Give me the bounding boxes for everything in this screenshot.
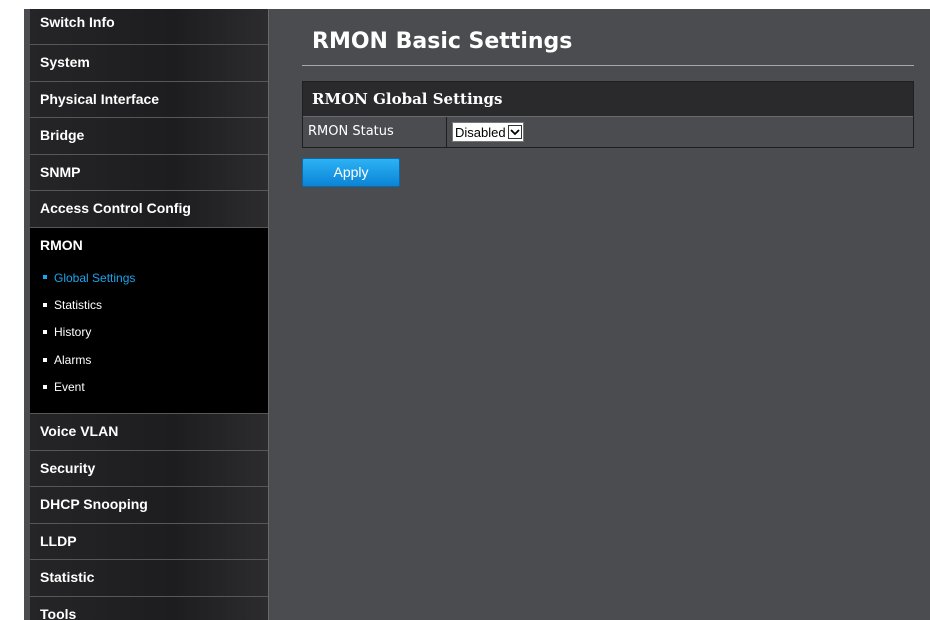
main-content: RMON Basic Settings RMON Global Settings…: [302, 9, 914, 187]
sidebar-item-access-control-config[interactable]: Access Control Config: [30, 191, 268, 228]
submenu-item-history[interactable]: History: [30, 319, 268, 346]
title-divider: [302, 65, 914, 66]
sidebar-item-system[interactable]: System: [30, 45, 268, 82]
submenu-item-alarms[interactable]: Alarms: [30, 347, 268, 374]
bullet-icon: [43, 275, 47, 280]
rmon-submenu: Global Settings Statistics History Alarm…: [30, 264, 268, 415]
sidebar-item-snmp[interactable]: SNMP: [30, 154, 268, 191]
apply-button[interactable]: Apply: [302, 158, 400, 187]
bullet-icon: [43, 302, 47, 307]
table-row: RMON Status Disabled: [303, 117, 913, 147]
sidebar-item-rmon[interactable]: RMON: [30, 227, 268, 265]
sidebar-nav: Switch Info System Physical Interface Br…: [30, 9, 269, 620]
app-frame: Switch Info System Physical Interface Br…: [24, 9, 930, 620]
sidebar-item-bridge[interactable]: Bridge: [30, 118, 268, 155]
table-header: RMON Global Settings: [303, 82, 913, 117]
submenu-item-label: Event: [54, 380, 85, 395]
rmon-status-select[interactable]: Disabled: [452, 122, 524, 142]
bullet-icon: [43, 330, 47, 335]
rmon-status-value: Disabled: [455, 124, 506, 140]
bullet-icon: [43, 357, 47, 362]
sidebar-item-statistic[interactable]: Statistic: [30, 560, 268, 597]
rmon-status-label: RMON Status: [303, 117, 447, 147]
sidebar-item-lldp[interactable]: LLDP: [30, 523, 268, 561]
rmon-status-cell: Disabled: [447, 117, 913, 147]
chevron-down-icon: [507, 125, 522, 139]
submenu-item-label: Statistics: [54, 297, 103, 312]
submenu-item-label: Global Settings: [54, 270, 136, 285]
submenu-item-event[interactable]: Event: [30, 374, 268, 401]
sidebar-item-switch-info[interactable]: Switch Info: [30, 9, 268, 45]
settings-table: RMON Global Settings RMON Status Disable…: [302, 81, 914, 148]
sidebar-item-voice-vlan[interactable]: Voice VLAN: [30, 414, 268, 451]
page-title: RMON Basic Settings: [312, 29, 573, 54]
sidebar-item-security[interactable]: Security: [30, 450, 268, 488]
sidebar-item-dhcp-snooping[interactable]: DHCP Snooping: [30, 487, 268, 524]
submenu-item-global-settings[interactable]: Global Settings: [30, 265, 268, 292]
submenu-item-statistics[interactable]: Statistics: [30, 292, 268, 319]
sidebar-item-physical-interface[interactable]: Physical Interface: [30, 81, 268, 118]
submenu-item-label: Alarms: [54, 352, 92, 367]
bullet-icon: [43, 384, 47, 389]
sidebar-item-tools[interactable]: Tools: [30, 596, 268, 620]
submenu-item-label: History: [54, 325, 92, 340]
